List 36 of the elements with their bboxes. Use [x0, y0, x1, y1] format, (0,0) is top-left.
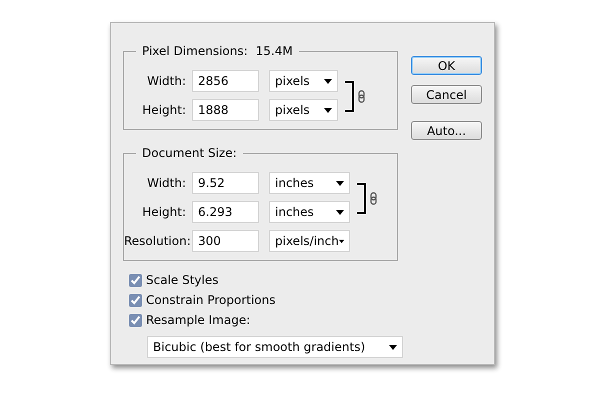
input-field[interactable]: 1888 — [192, 99, 259, 121]
caret-icon — [338, 238, 344, 244]
unit-dropdown[interactable]: pixels — [269, 70, 338, 92]
field-label: Width: — [146, 73, 187, 90]
caret-icon — [336, 210, 344, 214]
caret-icon — [324, 78, 332, 84]
dialog-button[interactable]: Auto... — [411, 121, 482, 140]
checkbox-label: Scale Styles — [146, 272, 218, 289]
chain-link-icon — [370, 192, 377, 205]
checkbox[interactable] — [129, 274, 142, 286]
dialog-button[interactable]: OK — [411, 56, 482, 75]
checkbox[interactable] — [129, 294, 142, 306]
unit-dropdown[interactable]: inches — [269, 172, 350, 194]
group-title: Pixel Dimensions: — [142, 44, 248, 58]
input-field[interactable]: 9.52 — [192, 172, 259, 194]
input-field[interactable]: 6.293 — [192, 201, 259, 223]
checkbox-label: Resample Image: — [146, 312, 250, 329]
unit-dropdown[interactable]: pixels — [269, 99, 338, 121]
unit-dropdown[interactable]: inches — [269, 201, 350, 223]
checkbox-label: Constrain Proportions — [146, 292, 276, 309]
caret-icon — [336, 180, 344, 186]
caret-icon — [324, 108, 332, 112]
dialog-button[interactable]: Cancel — [411, 85, 482, 104]
field-label: Resolution: — [124, 233, 192, 250]
field-label: Height: — [141, 204, 187, 221]
caret-icon — [389, 344, 397, 350]
resample-dropdown[interactable]: Bicubic (best for smooth gradients) — [147, 336, 403, 358]
pixel-size: 15.4M — [256, 44, 293, 58]
field-label: Height: — [141, 102, 187, 119]
unit-dropdown[interactable]: pixels/inch — [269, 230, 350, 252]
chain-link-icon — [358, 90, 365, 103]
checkbox[interactable] — [129, 314, 142, 326]
group-title: Document Size: — [142, 146, 237, 160]
input-field[interactable]: 300 — [192, 230, 259, 252]
field-label: Width: — [146, 175, 187, 192]
input-field[interactable]: 2856 — [192, 70, 259, 92]
